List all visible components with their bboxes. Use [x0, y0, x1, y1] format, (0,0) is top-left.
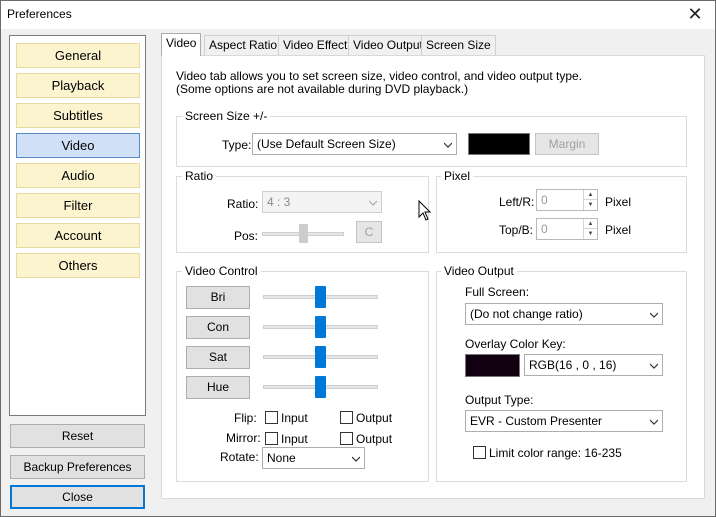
contrast-slider-thumb[interactable]	[315, 316, 326, 338]
category-list: General Playback Subtitles Video Audio F…	[9, 35, 146, 416]
close-button[interactable]: Close	[10, 485, 145, 509]
flip-input-checkbox[interactable]	[265, 411, 278, 424]
pos-label: Pos:	[234, 229, 259, 243]
screen-size-label: Screen Size +/-	[182, 109, 271, 123]
rotate-label: Rotate:	[220, 450, 259, 464]
close-window-icon[interactable]: ✕	[683, 3, 707, 25]
spin-up-icon[interactable]: ▲	[583, 190, 597, 200]
top-b-value: 0	[541, 222, 548, 236]
category-others[interactable]: Others	[16, 253, 140, 278]
ratio-label: Ratio:	[227, 197, 259, 211]
ratio-value: 4 : 3	[267, 195, 291, 209]
ratio-select[interactable]: 4 : 3	[262, 191, 382, 213]
tab-screen-size[interactable]: Screen Size	[421, 35, 496, 55]
left-r-spinner[interactable]: 0 ▲ ▼	[536, 189, 598, 211]
mirror-label: Mirror:	[226, 431, 261, 445]
full-screen-select[interactable]: (Do not change ratio)	[465, 303, 663, 325]
video-control-label: Video Control	[182, 264, 261, 278]
overlay-color-value: RGB(16 , 0 , 16)	[529, 358, 617, 372]
left-r-label: Left/R:	[499, 195, 535, 209]
preferences-window: Preferences ✕ General Playback Subtitles…	[0, 0, 716, 517]
limit-color-range-label: Limit color range: 16-235	[489, 446, 622, 460]
flip-label: Flip:	[234, 411, 257, 425]
top-b-spinner[interactable]: 0 ▲ ▼	[536, 218, 598, 240]
type-label: Type:	[222, 138, 252, 152]
category-playback[interactable]: Playback	[16, 73, 140, 98]
output-type-select[interactable]: EVR - Custom Presenter	[465, 410, 663, 432]
rotate-select[interactable]: None	[262, 447, 365, 469]
spin-up-icon[interactable]: ▲	[583, 219, 597, 229]
ratio-group-label: Ratio	[182, 169, 217, 183]
spin-down-icon[interactable]: ▼	[583, 229, 597, 239]
full-screen-label: Full Screen:	[465, 285, 530, 299]
overlay-color-select[interactable]: RGB(16 , 0 , 16)	[524, 354, 663, 376]
ratio-c-button[interactable]: C	[356, 221, 382, 243]
spin-down-icon[interactable]: ▼	[583, 200, 597, 210]
output-type-value: EVR - Custom Presenter	[470, 414, 603, 428]
pos-slider-thumb[interactable]	[299, 224, 308, 243]
chevron-down-icon	[650, 419, 658, 425]
flip-input-label: Input	[281, 411, 308, 425]
hue-slider-thumb[interactable]	[315, 376, 326, 398]
brightness-button[interactable]: Bri	[186, 286, 250, 309]
category-video[interactable]: Video	[16, 133, 140, 158]
output-type-label: Output Type:	[465, 393, 534, 407]
rotate-value: None	[267, 451, 296, 465]
flip-output-checkbox[interactable]	[340, 411, 353, 424]
top-b-label: Top/B:	[499, 223, 534, 237]
full-screen-value: (Do not change ratio)	[470, 307, 583, 321]
left-r-unit: Pixel	[605, 195, 632, 209]
reset-button[interactable]: Reset	[10, 424, 145, 448]
category-general[interactable]: General	[16, 43, 140, 68]
overlay-color-key-label: Overlay Color Key:	[465, 337, 566, 351]
tab-video[interactable]: Video	[161, 33, 202, 56]
hue-button[interactable]: Hue	[186, 376, 250, 399]
screen-size-type-value: (Use Default Screen Size)	[257, 137, 396, 151]
chevron-down-icon	[650, 312, 658, 318]
category-filter[interactable]: Filter	[16, 193, 140, 218]
chevron-down-icon	[369, 200, 377, 206]
mirror-output-checkbox[interactable]	[340, 432, 353, 445]
pixel-group	[436, 176, 687, 253]
description-line-2: (Some options are not available during D…	[176, 82, 469, 96]
tab-aspect-ratio[interactable]: Aspect Ratio	[204, 35, 283, 55]
mouse-cursor-icon	[418, 200, 432, 221]
description-line-1: Video tab allows you to set screen size,…	[176, 69, 583, 83]
chevron-down-icon	[444, 142, 452, 148]
mirror-input-checkbox[interactable]	[265, 432, 278, 445]
saturation-slider-thumb[interactable]	[315, 346, 326, 368]
saturation-button[interactable]: Sat	[186, 346, 250, 369]
chevron-down-icon	[650, 363, 658, 369]
video-tab-page: Video tab allows you to set screen size,…	[161, 55, 705, 499]
category-account[interactable]: Account	[16, 223, 140, 248]
video-output-label: Video Output	[441, 264, 517, 278]
overlay-color-swatch[interactable]	[465, 354, 520, 377]
backup-preferences-button[interactable]: Backup Preferences	[10, 455, 145, 479]
chevron-down-icon	[352, 456, 360, 462]
tab-video-output[interactable]: Video Output	[348, 35, 428, 55]
window-title: Preferences	[7, 7, 72, 21]
flip-output-label: Output	[356, 411, 393, 425]
contrast-button[interactable]: Con	[186, 316, 250, 339]
tab-video-effect[interactable]: Video Effect	[278, 35, 353, 55]
screen-size-type-select[interactable]: (Use Default Screen Size)	[252, 133, 457, 155]
mirror-output-label: Output	[356, 432, 393, 446]
category-audio[interactable]: Audio	[16, 163, 140, 188]
title-bar: Preferences ✕	[1, 1, 715, 29]
margin-button[interactable]: Margin	[535, 133, 599, 155]
mirror-input-label: Input	[281, 432, 308, 446]
left-r-value: 0	[541, 193, 548, 207]
brightness-slider-thumb[interactable]	[315, 286, 326, 308]
category-subtitles[interactable]: Subtitles	[16, 103, 140, 128]
pixel-group-label: Pixel	[441, 169, 474, 183]
limit-color-range-checkbox[interactable]	[473, 446, 486, 459]
top-b-unit: Pixel	[605, 223, 632, 237]
screen-color-swatch[interactable]	[468, 133, 530, 155]
